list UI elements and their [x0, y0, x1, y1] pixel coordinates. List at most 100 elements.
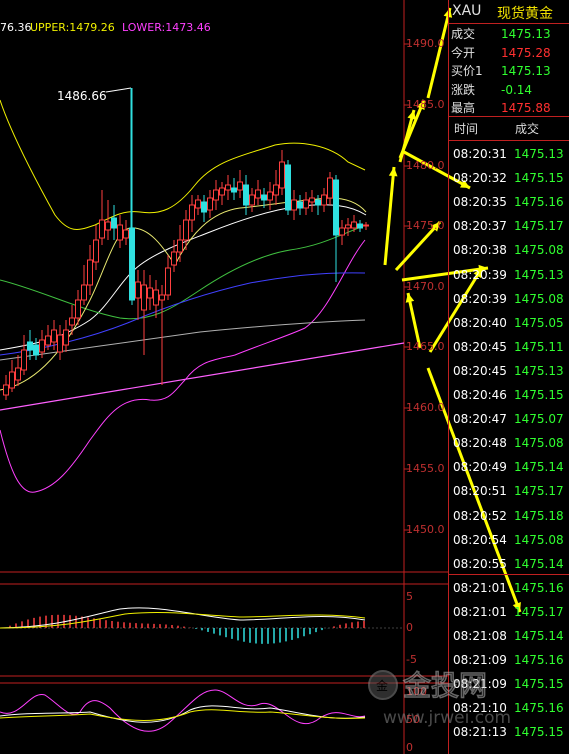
candle-body — [297, 201, 303, 209]
axis-label: 1460.0 — [406, 401, 445, 414]
candle-body — [327, 177, 333, 199]
candlestick-series — [3, 88, 369, 400]
tick-time: 08:20:40 — [453, 315, 507, 330]
candle-body — [135, 281, 141, 299]
ticks-header-time: 时间 — [454, 122, 479, 136]
tick-price: 1475.13 — [514, 363, 564, 378]
watermark-text: 金投网 — [403, 669, 487, 702]
arrow-shaft — [426, 7, 452, 99]
indicator-mid: 76.36 — [0, 21, 32, 34]
tick-time: 08:20:31 — [453, 147, 507, 161]
tick-price: 1475.11 — [514, 339, 564, 354]
candle-body — [261, 194, 267, 201]
candle-body — [45, 335, 51, 346]
candle-body — [333, 179, 339, 236]
quote-value: 1475.13 — [501, 27, 551, 41]
candle-body — [69, 317, 75, 326]
tick-time: 08:20:39 — [453, 291, 507, 306]
candle-body — [189, 204, 195, 221]
axis-label: 1465.0 — [406, 340, 445, 353]
tick-price: 1475.15 — [514, 171, 564, 186]
tick-price: 1475.17 — [514, 484, 564, 499]
candle-body — [141, 284, 147, 311]
axis-label: 1455.0 — [406, 462, 445, 475]
candle-body — [117, 224, 123, 241]
tick-time: 08:20:49 — [453, 460, 507, 475]
quote-value: 1475.88 — [501, 101, 551, 115]
tick-time: 08:20:47 — [453, 412, 507, 427]
candle-body — [105, 221, 111, 231]
indicator-upper: UPPER:1479.26 — [30, 21, 115, 34]
axis-label: 1480.0 — [406, 159, 445, 172]
candle-body — [237, 181, 243, 191]
tick-price: 1475.14 — [514, 460, 564, 475]
candle-body — [81, 284, 87, 301]
candle-body — [111, 217, 117, 229]
tick-time: 08:20:32 — [453, 171, 507, 186]
candle-body — [15, 367, 21, 381]
tick-price: 1475.16 — [514, 195, 564, 210]
tick-price: 1475.15 — [514, 388, 564, 402]
tick-price: 1475.08 — [514, 243, 564, 258]
candle-body — [321, 194, 327, 206]
tick-price: 1475.15 — [514, 725, 564, 740]
arrow-shaft — [383, 166, 396, 266]
svg-text:www.jrwei.com: www.jrwei.com — [383, 708, 511, 728]
candle-body — [291, 199, 297, 211]
candle-body — [303, 199, 309, 209]
macd-axis-label: 0 — [406, 621, 413, 634]
tick-price: 1475.08 — [514, 532, 564, 547]
tick-price: 1475.16 — [514, 653, 564, 668]
candle-body — [21, 349, 27, 371]
macd-axis-label: 5 — [406, 590, 413, 603]
candle-body — [213, 189, 219, 201]
tick-price: 1475.13 — [514, 267, 564, 282]
tick-time: 08:20:37 — [453, 219, 507, 234]
tick-time: 08:20:55 — [453, 556, 507, 571]
tick-price: 1475.15 — [514, 677, 564, 692]
candle-body — [159, 294, 165, 301]
macd-histogram — [9, 614, 365, 644]
kdj-j — [0, 689, 366, 732]
tick-price: 1475.17 — [514, 219, 564, 234]
high-annotation: 1486.66 — [57, 89, 107, 103]
kdj-k — [0, 705, 366, 723]
tick-price: 1475.07 — [514, 412, 564, 427]
candle-body — [171, 251, 177, 266]
candle-body — [33, 344, 39, 356]
tick-price: 1475.16 — [514, 701, 564, 716]
tick-price: 1475.05 — [514, 315, 564, 330]
tick-price: 1475.18 — [514, 508, 564, 523]
candle-body — [339, 227, 345, 236]
tick-price: 1475.14 — [514, 556, 564, 571]
candle-body — [129, 227, 135, 301]
ticks-header-price: 成交 — [515, 122, 540, 136]
candle-body — [147, 287, 153, 299]
quote-value: 1475.28 — [501, 45, 551, 60]
axis-label: 1490.0 — [406, 37, 445, 50]
candle-body — [315, 199, 321, 206]
candle-body — [51, 329, 57, 343]
candle-body — [309, 197, 315, 203]
tick-time: 08:20:38 — [453, 243, 507, 258]
high-marker-line — [105, 87, 132, 93]
svg-text:金: 金 — [376, 678, 388, 693]
axis-label: 1485.0 — [406, 98, 445, 111]
candle-body — [279, 161, 285, 189]
candle-body — [75, 299, 81, 319]
watermark-logo: 金 金投网 www.jrwei.com — [368, 668, 511, 728]
axis-label: 1450.0 — [406, 523, 445, 536]
quote-value: 1475.13 — [501, 64, 551, 78]
candle-body — [27, 341, 33, 351]
tick-time: 08:20:39 — [453, 267, 507, 282]
candle-body — [57, 334, 63, 353]
macd-dea — [0, 611, 366, 629]
candle-body — [183, 219, 189, 241]
candle-body — [99, 219, 105, 239]
tick-price: 1475.13 — [514, 147, 564, 161]
candle-body — [285, 164, 291, 211]
tick-time: 08:20:45 — [453, 363, 507, 378]
tick-time: 08:20:45 — [453, 339, 507, 354]
quote-value: -0.14 — [501, 82, 533, 97]
candle-body — [357, 223, 363, 229]
